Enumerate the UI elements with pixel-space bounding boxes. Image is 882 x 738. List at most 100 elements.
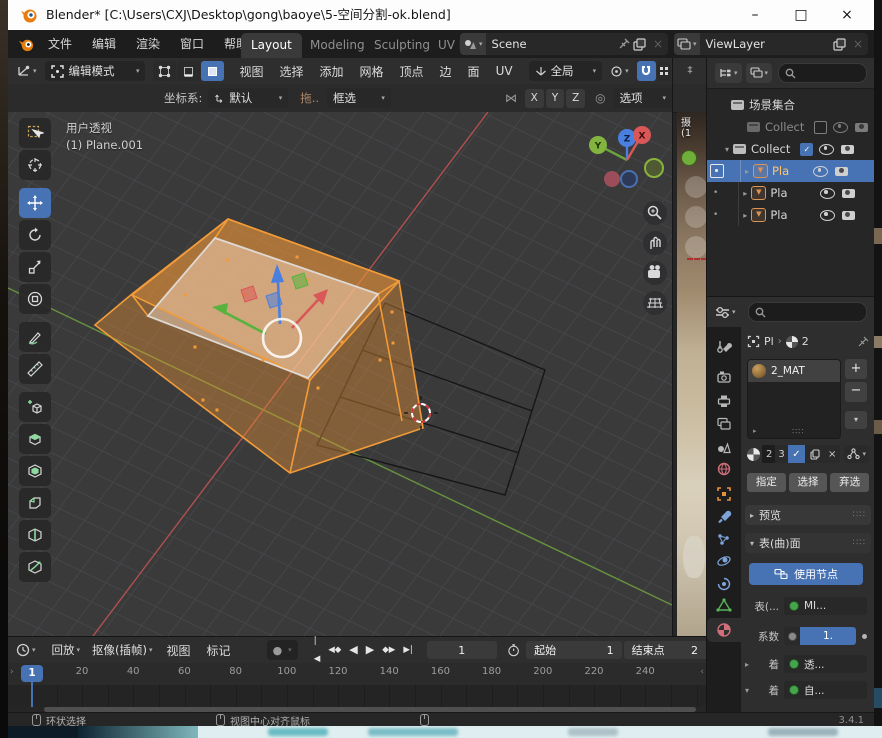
inset-faces-tool[interactable] (19, 456, 51, 486)
nav-axis-neg-y[interactable] (645, 159, 663, 177)
record-icon[interactable]: ● (273, 644, 283, 657)
breadcrumb-object[interactable]: Pl (764, 335, 774, 348)
drag-dropdown[interactable]: 框选 ▾ (327, 88, 391, 108)
viewlayer-icon[interactable]: ▾ (674, 33, 700, 55)
menu-edge[interactable]: 边 (432, 63, 460, 80)
edge-select-button[interactable] (177, 61, 200, 81)
transform-dropdown[interactable]: 默认 ▾ (208, 88, 288, 108)
exclude-checkbox[interactable]: ✓ (800, 143, 813, 156)
chevron-down-icon[interactable]: ▾ (288, 646, 292, 654)
viewlayer-selector[interactable]: ▾ ViewLayer × (674, 33, 868, 55)
scale-tool[interactable] (19, 252, 51, 282)
frame-start-field[interactable]: 起始 1 (526, 641, 622, 659)
expand-arrow-icon[interactable]: ▸ (745, 660, 755, 669)
material-breadcrumb-icon[interactable] (786, 336, 798, 348)
bevel-tool[interactable] (19, 488, 51, 518)
playhead-badge[interactable]: 1 (21, 665, 43, 682)
copy-datablock-button[interactable] (805, 445, 824, 463)
next-keyframe-button[interactable]: ◆▶ (378, 641, 399, 659)
properties-editor-type-button[interactable]: ▾ (715, 306, 736, 319)
face-select-button[interactable] (201, 61, 224, 81)
add-cube-tool[interactable] (19, 392, 51, 422)
editor-type-button[interactable]: ▾ (8, 64, 41, 78)
nav-axis-neg-z[interactable] (621, 171, 637, 187)
select-button[interactable]: 选择 (789, 473, 828, 492)
tab-tool[interactable] (707, 335, 741, 359)
filter-button[interactable]: ▾ (746, 63, 773, 83)
object-breadcrumb-icon[interactable] (747, 335, 760, 348)
mirror-y-button[interactable]: Y (546, 89, 565, 108)
outliner-row-object[interactable]: • ▸ ▼ Pla (707, 204, 874, 226)
strip-pan-button[interactable] (685, 206, 707, 228)
menu-edit[interactable]: 编辑 (86, 30, 122, 58)
pan-hand-button[interactable] (643, 231, 667, 255)
tab-output[interactable] (707, 389, 741, 413)
add-slot-button[interactable]: + (845, 359, 867, 379)
proportional-edit-icon[interactable]: ◎ (595, 91, 605, 105)
camera-icon[interactable] (842, 211, 855, 220)
eye-icon[interactable] (813, 166, 828, 177)
timeline-tick-strip[interactable] (8, 685, 706, 707)
secondary-viewport-strip[interactable]: ‡ 摄 (1 (672, 58, 707, 636)
transform-tool[interactable] (19, 284, 51, 314)
eye-icon[interactable] (820, 210, 835, 221)
tab-render[interactable] (707, 365, 741, 389)
workspace-tab-layout[interactable]: Layout (241, 33, 302, 58)
preview-panel-header[interactable]: ▸ 预览 ∷∷ (745, 505, 871, 525)
outliner-row-collection-hidden[interactable]: Collect (707, 116, 874, 138)
keyframe-dot-icon[interactable] (862, 634, 867, 639)
material-icon[interactable] (747, 448, 760, 461)
breadcrumb-material[interactable]: 2 (802, 335, 809, 348)
deselect-button[interactable]: 弃选 (830, 473, 869, 492)
outliner-row-object-active[interactable]: ▸ ▼ Pla (707, 160, 874, 182)
tab-material[interactable] (707, 618, 741, 642)
blender-logo-icon[interactable] (18, 36, 35, 53)
slot-specials-button[interactable]: ▾ (845, 411, 867, 429)
play-button[interactable]: ▶ (362, 641, 378, 659)
outliner-row-collection[interactable]: ▾ Collect ✓ (707, 138, 874, 160)
camera-icon[interactable] (841, 145, 854, 154)
timeline-editor-type-button[interactable]: ▾ (16, 643, 36, 657)
shader1-dropdown[interactable]: 透... (784, 655, 867, 673)
use-nodes-button[interactable]: 使用节点 (749, 563, 863, 585)
expand-arrow-icon[interactable]: ▸ (741, 167, 753, 176)
select-box-tool[interactable] (19, 118, 51, 148)
menu-select[interactable]: 选择 (271, 63, 311, 80)
pin-icon[interactable] (857, 336, 869, 348)
prev-keyframe-button[interactable]: ◀◆ (324, 641, 345, 659)
mirror-z-button[interactable]: Z (566, 89, 585, 108)
snap-settings-button[interactable] (657, 61, 671, 81)
measure-tool[interactable] (19, 354, 51, 384)
new-copy-icon[interactable] (832, 38, 846, 51)
scene-selector[interactable]: ▾ Scene × (460, 33, 668, 55)
unlink-button[interactable]: × (824, 445, 841, 463)
region-chevron[interactable]: ‹ (700, 667, 704, 677)
menu-face[interactable]: 面 (460, 63, 488, 80)
tab-view-layer[interactable] (707, 412, 741, 436)
display-mode-button[interactable]: ▾ (715, 63, 742, 83)
region-chevron[interactable]: › (10, 667, 14, 677)
annotate-tool[interactable] (19, 322, 51, 352)
material-slot-active[interactable]: 2_MAT (748, 360, 840, 382)
expand-arrow-icon[interactable]: ▾ (721, 145, 733, 154)
menu-add[interactable]: 添加 (311, 63, 351, 80)
scene-icon[interactable]: ▾ (460, 33, 486, 55)
outliner-search-input[interactable] (778, 63, 867, 83)
scene-name[interactable]: Scene (486, 37, 618, 51)
minimize-button[interactable]: – (732, 0, 778, 30)
menu-render[interactable]: 渲染 (130, 30, 166, 58)
menu-vertex[interactable]: 顶点 (392, 63, 432, 80)
close-button[interactable]: × (824, 0, 870, 30)
loop-cut-tool[interactable] (19, 520, 51, 550)
tab-object-data[interactable] (707, 593, 741, 617)
new-copy-icon[interactable] (632, 38, 646, 51)
mode-dropdown[interactable]: 编辑模式 ▾ (45, 61, 146, 81)
strip-zoom-button[interactable] (685, 176, 707, 198)
tab-world[interactable] (707, 457, 741, 481)
outliner-row-object[interactable]: • ▸ ▼ Pla (707, 182, 874, 204)
pin-icon[interactable] (618, 38, 630, 50)
menu-view[interactable]: 视图 (231, 63, 271, 80)
tab-physics[interactable] (707, 549, 741, 573)
panel-grip[interactable]: ∷∷ (853, 510, 866, 520)
snap-toggle-button[interactable] (637, 61, 657, 81)
